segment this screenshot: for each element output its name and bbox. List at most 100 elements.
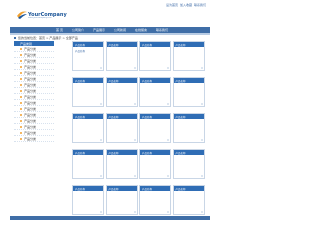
product-title[interactable]: 产品名称	[173, 150, 204, 155]
corner-icon	[133, 175, 136, 177]
bullet-icon	[20, 65, 22, 68]
product-card[interactable]: 产品名称	[172, 113, 205, 143]
page: YourCompany www.yourcompany.com 设为首页 加入收…	[10, 0, 210, 220]
bullet-icon	[20, 119, 22, 122]
corner-icon	[167, 103, 169, 105]
sidebar-item-label: 产品分类	[24, 112, 37, 117]
product-title[interactable]: 产品名称	[73, 186, 103, 191]
product-card[interactable]: 产品名称	[72, 77, 104, 107]
product-title[interactable]: 产品名称	[173, 78, 204, 83]
product-title[interactable]: 产品名称	[140, 78, 170, 83]
bullet-icon	[20, 53, 22, 56]
product-card[interactable]: 产品名称	[139, 113, 171, 143]
corner-icon	[200, 67, 203, 69]
sidebar-item-label: 产品分类	[24, 136, 37, 141]
product-card[interactable]: 产品名称	[72, 149, 104, 179]
header: YourCompany www.yourcompany.com 设为首页 加入收…	[10, 0, 210, 30]
product-card[interactable]: 产品名称	[105, 185, 138, 215]
bullet-icon	[20, 59, 22, 62]
bullet-icon	[20, 137, 22, 140]
product-title[interactable]: 产品名称	[140, 114, 170, 119]
bullet-icon	[20, 71, 22, 74]
product-card[interactable]: 产品名称	[139, 41, 171, 71]
product-link[interactable]: 产品名称	[75, 49, 85, 53]
product-card[interactable]: 产品名称	[72, 185, 104, 215]
product-card[interactable]: 产品名称	[105, 77, 138, 107]
product-title[interactable]: 产品名称	[106, 186, 137, 191]
add-favorite-link[interactable]: 加入收藏	[180, 3, 192, 7]
product-card[interactable]: 产品名称	[139, 185, 171, 215]
product-title[interactable]: 产品名称	[140, 186, 170, 191]
bullet-icon	[20, 47, 22, 50]
logo-swoosh-icon	[17, 11, 27, 19]
bullet-icon	[20, 83, 22, 86]
bullet-icon	[20, 101, 22, 104]
breadcrumb: 您的当前位置：首页 > 产品展示 > 全部产品	[14, 36, 78, 40]
product-title[interactable]: 产品名称	[106, 150, 137, 155]
product-card[interactable]: 产品名称	[72, 113, 104, 143]
nav-item-message[interactable]: 在线留言	[135, 28, 147, 32]
breadcrumb-text: 您的当前位置：首页 > 产品展示 > 全部产品	[18, 36, 78, 40]
nav-item-products[interactable]: 产品展示	[93, 28, 105, 32]
corner-icon	[167, 211, 169, 213]
bullet-icon	[20, 107, 22, 110]
breadcrumb-icon	[14, 37, 16, 39]
product-card[interactable]: 产品名称	[105, 113, 138, 143]
product-title[interactable]: 产品名称	[140, 42, 170, 47]
product-card[interactable]: 产品名称	[172, 41, 205, 71]
nav-item-about[interactable]: 公司简介	[72, 28, 84, 32]
corner-icon	[200, 103, 203, 105]
bullet-icon	[20, 95, 22, 98]
sidebar-item-label: 产品分类	[24, 100, 37, 105]
sidebar-item-label: 产品分类	[24, 118, 37, 123]
product-title[interactable]: 产品名称	[73, 150, 103, 155]
corner-icon	[100, 175, 102, 177]
product-row: 产品名称 产品名称 产品名称 产品名称	[72, 149, 208, 179]
product-title[interactable]: 产品名称	[173, 114, 204, 119]
product-card[interactable]: 产品名称	[139, 77, 171, 107]
company-logo[interactable]: YourCompany www.yourcompany.com	[16, 10, 67, 20]
contact-link[interactable]: 联系我们	[194, 3, 206, 7]
product-row: 产品名称 产品名称 产品名称 产品名称 产品名称	[72, 41, 208, 71]
product-card[interactable]: 产品名称 产品名称	[72, 41, 104, 71]
nav-item-news[interactable]: 公司新闻	[114, 28, 126, 32]
sidebar-item-label: 产品分类	[24, 46, 37, 51]
bullet-icon	[20, 77, 22, 80]
nav-item-contact[interactable]: 联系我们	[156, 28, 168, 32]
sidebar-item-label: 产品分类	[24, 64, 37, 69]
product-row: 产品名称 产品名称 产品名称 产品名称	[72, 113, 208, 143]
product-card[interactable]: 产品名称	[172, 77, 205, 107]
product-title[interactable]: 产品名称	[173, 42, 204, 47]
corner-icon	[133, 139, 136, 141]
nav-item-home[interactable]: 首 页	[56, 28, 63, 32]
sidebar-item-label: 产品分类	[24, 124, 37, 129]
bullet-icon	[20, 89, 22, 92]
set-homepage-link[interactable]: 设为首页	[166, 3, 178, 7]
bullet-icon	[20, 131, 22, 134]
product-title[interactable]: 产品名称	[73, 78, 103, 83]
sidebar: 产品类别 产品分类 产品分类 产品分类 产品分类 产品分类 产品分类 产品分类 …	[14, 41, 54, 142]
corner-icon	[200, 139, 203, 141]
product-title[interactable]: 产品名称	[73, 42, 103, 47]
sidebar-item[interactable]: 产品分类	[14, 136, 54, 142]
product-row: 产品名称 产品名称 产品名称 产品名称	[72, 77, 208, 107]
product-card[interactable]: 产品名称	[172, 185, 205, 215]
sidebar-item-label: 产品分类	[24, 70, 37, 75]
product-card[interactable]: 产品名称	[105, 41, 138, 71]
product-title[interactable]: 产品名称	[106, 42, 137, 47]
sidebar-item-label: 产品分类	[24, 58, 37, 63]
product-title[interactable]: 产品名称	[106, 114, 137, 119]
product-title[interactable]: 产品名称	[173, 186, 204, 191]
corner-icon	[167, 67, 169, 69]
product-card[interactable]: 产品名称	[105, 149, 138, 179]
product-card[interactable]: 产品名称	[172, 149, 205, 179]
product-title[interactable]: 产品名称	[73, 114, 103, 119]
product-title[interactable]: 产品名称	[106, 78, 137, 83]
product-card[interactable]: 产品名称	[139, 149, 171, 179]
corner-icon	[100, 139, 102, 141]
sidebar-item-label: 产品分类	[24, 94, 37, 99]
corner-icon	[100, 67, 102, 69]
logo-subtitle: www.yourcompany.com	[28, 17, 52, 19]
product-title[interactable]: 产品名称	[140, 150, 170, 155]
corner-icon	[167, 175, 169, 177]
